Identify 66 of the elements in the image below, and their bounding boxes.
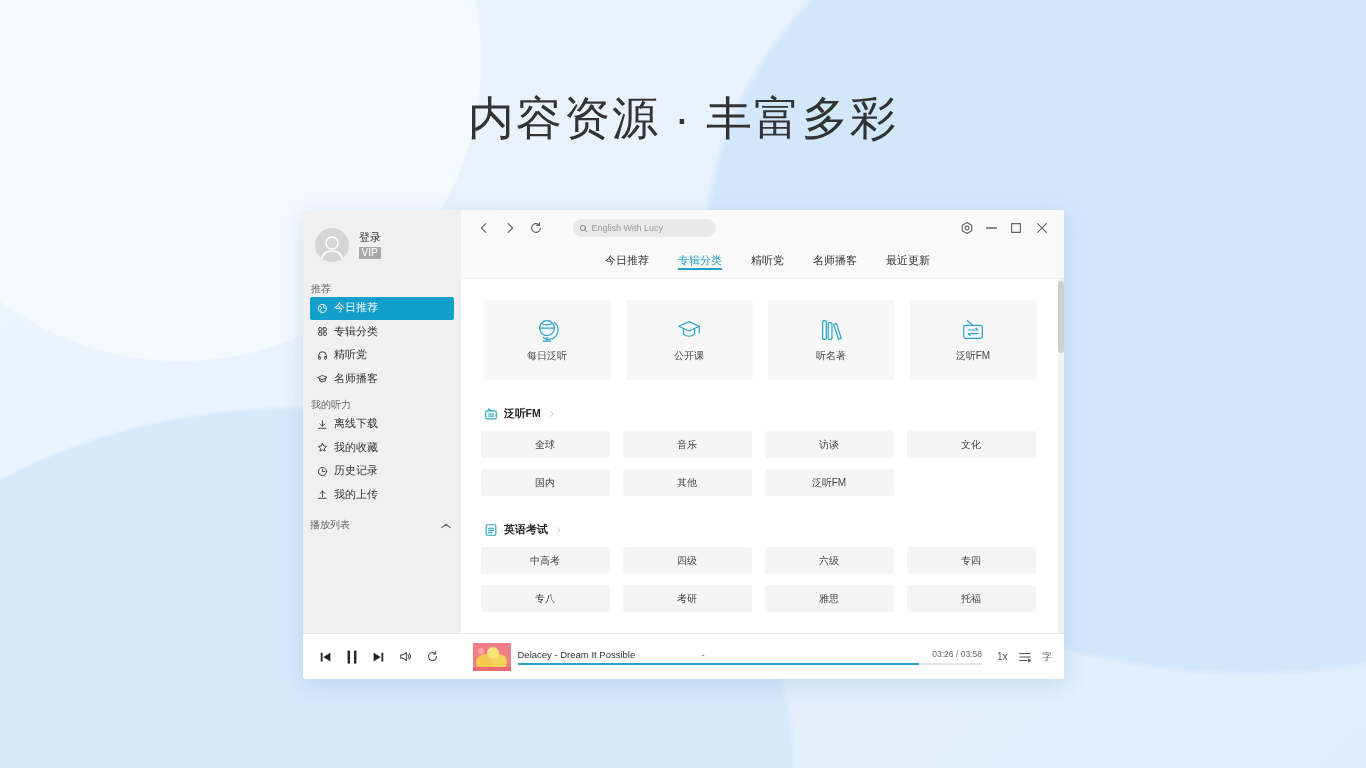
sidebar-item[interactable]: 历史记录 bbox=[309, 460, 454, 483]
category-chip[interactable]: 其他 bbox=[622, 469, 752, 496]
category-chip[interactable]: 国内 bbox=[480, 469, 610, 496]
category-chip[interactable]: 六级 bbox=[764, 547, 894, 574]
volume-icon bbox=[398, 650, 412, 663]
category-chip[interactable]: 专四 bbox=[906, 547, 1036, 574]
category-chip[interactable]: 雅思 bbox=[764, 585, 894, 612]
category-chip[interactable]: 四级 bbox=[622, 547, 752, 574]
category-chip[interactable]: 托福 bbox=[906, 585, 1036, 612]
category-chip[interactable]: 文化 bbox=[906, 431, 1036, 458]
radio-icon bbox=[483, 407, 498, 421]
search-input[interactable]: English With Lucy bbox=[591, 223, 712, 233]
track-title: Delacey - Dream It Possible bbox=[517, 648, 637, 660]
upload-icon bbox=[316, 489, 328, 501]
tab[interactable]: 最近更新 bbox=[885, 246, 930, 270]
category-chip[interactable]: 考研 bbox=[622, 585, 752, 612]
section-title[interactable]: 英语考试 bbox=[503, 523, 548, 537]
category-chip[interactable]: 中高考 bbox=[480, 547, 610, 574]
section-label: 我的听力 bbox=[309, 398, 352, 412]
sidebar-item[interactable]: 我的收藏 bbox=[309, 436, 454, 459]
search-icon bbox=[578, 223, 588, 233]
headphones-icon bbox=[316, 349, 328, 361]
section-label: 推荐 bbox=[309, 282, 332, 296]
globe-icon bbox=[316, 302, 328, 314]
headline: 内容资源 · 丰富多彩 bbox=[467, 91, 899, 146]
speed-button[interactable]: 1x bbox=[996, 651, 1008, 662]
scrollbar[interactable] bbox=[1057, 279, 1064, 633]
sidebar-item[interactable]: 名师播客 bbox=[309, 367, 454, 390]
login-link[interactable]: 登录 bbox=[358, 231, 381, 245]
sidebar-item[interactable]: 我的上传 bbox=[309, 483, 454, 506]
category-card[interactable]: 听名著 bbox=[767, 300, 895, 380]
category-card[interactable]: 每日泛听 bbox=[483, 300, 611, 380]
graduation-cap-icon bbox=[316, 373, 328, 385]
close-icon bbox=[1034, 221, 1049, 235]
sidebar-item[interactable]: 专辑分类 bbox=[309, 320, 454, 343]
category-chip[interactable]: 泛听FM bbox=[764, 469, 894, 496]
category-chip[interactable]: 专八 bbox=[480, 585, 610, 612]
track-time: 03:26 / 03:58 bbox=[932, 649, 982, 659]
maximize-icon bbox=[1008, 221, 1023, 235]
category-card[interactable]: 公开课 bbox=[625, 300, 753, 380]
tab[interactable]: 名师播客 bbox=[812, 246, 857, 270]
lyrics-button[interactable]: 字 bbox=[1041, 649, 1052, 664]
settings-icon bbox=[959, 221, 974, 235]
sidebar-item[interactable]: 离线下载 bbox=[309, 413, 454, 436]
category-chip[interactable]: 音乐 bbox=[622, 431, 752, 458]
separator: - bbox=[701, 648, 706, 660]
vip-badge: VIP bbox=[358, 247, 381, 259]
category-chip[interactable]: 访谈 bbox=[764, 431, 894, 458]
document-icon bbox=[483, 523, 498, 537]
minimize-icon bbox=[985, 227, 997, 229]
repeat-icon bbox=[425, 650, 439, 663]
category-card[interactable]: 泛听FM bbox=[909, 300, 1037, 380]
tab[interactable]: 精听党 bbox=[750, 246, 784, 270]
sidebar-item[interactable]: 精听党 bbox=[309, 344, 454, 367]
section-title[interactable]: 泛听FM bbox=[503, 407, 541, 421]
avatar[interactable] bbox=[314, 228, 349, 262]
star-icon bbox=[316, 442, 328, 454]
grid-icon bbox=[316, 326, 328, 338]
clock-icon bbox=[316, 465, 328, 477]
scrollbar-thumb[interactable] bbox=[1057, 281, 1064, 353]
playlist-label[interactable]: 播放列表 bbox=[309, 518, 350, 532]
download-icon bbox=[316, 418, 328, 430]
tab[interactable]: 今日推荐 bbox=[604, 246, 649, 270]
search-field[interactable]: English With Lucy bbox=[572, 219, 716, 237]
refresh-icon bbox=[528, 221, 543, 235]
category-chip[interactable]: 全球 bbox=[480, 431, 610, 458]
